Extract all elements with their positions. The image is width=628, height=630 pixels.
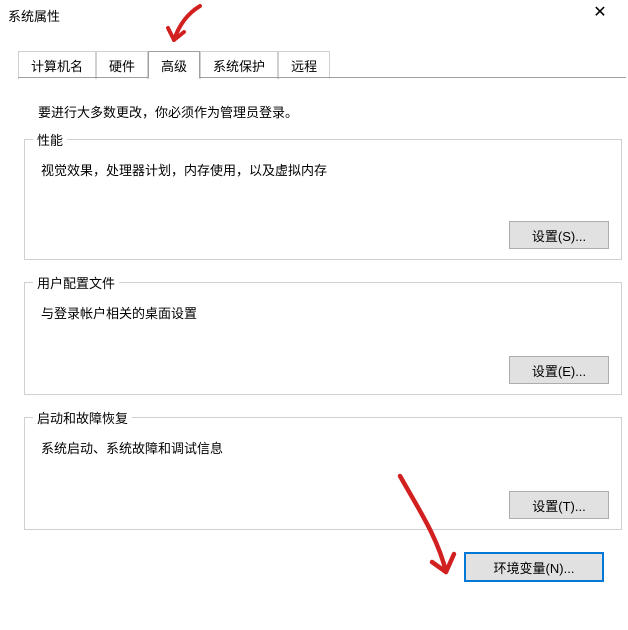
group-performance-desc: 视觉效果，处理器计划，内存使用，以及虚拟内存 [41, 160, 605, 179]
tab-system-protection[interactable]: 系统保护 [200, 51, 278, 79]
performance-settings-button[interactable]: 设置(S)... [509, 221, 609, 249]
window-titlebar: 系统属性 ✕ [0, 0, 628, 30]
close-icon[interactable]: ✕ [580, 1, 620, 29]
tab-computer-name[interactable]: 计算机名 [18, 51, 96, 79]
window-title: 系统属性 [8, 6, 580, 25]
group-performance: 性能 视觉效果，处理器计划，内存使用，以及虚拟内存 设置(S)... [24, 139, 622, 260]
group-startup-recovery-title: 启动和故障恢复 [33, 408, 132, 427]
tab-advanced[interactable]: 高级 [148, 51, 200, 79]
tab-hardware[interactable]: 硬件 [96, 51, 148, 79]
tab-strip: 计算机名 硬件 高级 系统保护 远程 [0, 30, 628, 78]
group-startup-recovery: 启动和故障恢复 系统启动、系统故障和调试信息 设置(T)... [24, 417, 622, 530]
group-startup-recovery-desc: 系统启动、系统故障和调试信息 [41, 438, 605, 457]
group-user-profiles-title: 用户配置文件 [33, 273, 119, 292]
group-user-profiles-desc: 与登录帐户相关的桌面设置 [41, 303, 605, 322]
tab-remote[interactable]: 远程 [278, 51, 330, 79]
user-profiles-settings-button[interactable]: 设置(E)... [509, 356, 609, 384]
tab-content: 要进行大多数更改，你必须作为管理员登录。 性能 视觉效果，处理器计划，内存使用，… [0, 78, 628, 594]
startup-recovery-settings-button[interactable]: 设置(T)... [509, 491, 609, 519]
intro-text: 要进行大多数更改，你必须作为管理员登录。 [38, 102, 608, 121]
environment-variables-button[interactable]: 环境变量(N)... [464, 552, 604, 582]
group-performance-title: 性能 [33, 130, 67, 149]
group-user-profiles: 用户配置文件 与登录帐户相关的桌面设置 设置(E)... [24, 282, 622, 395]
